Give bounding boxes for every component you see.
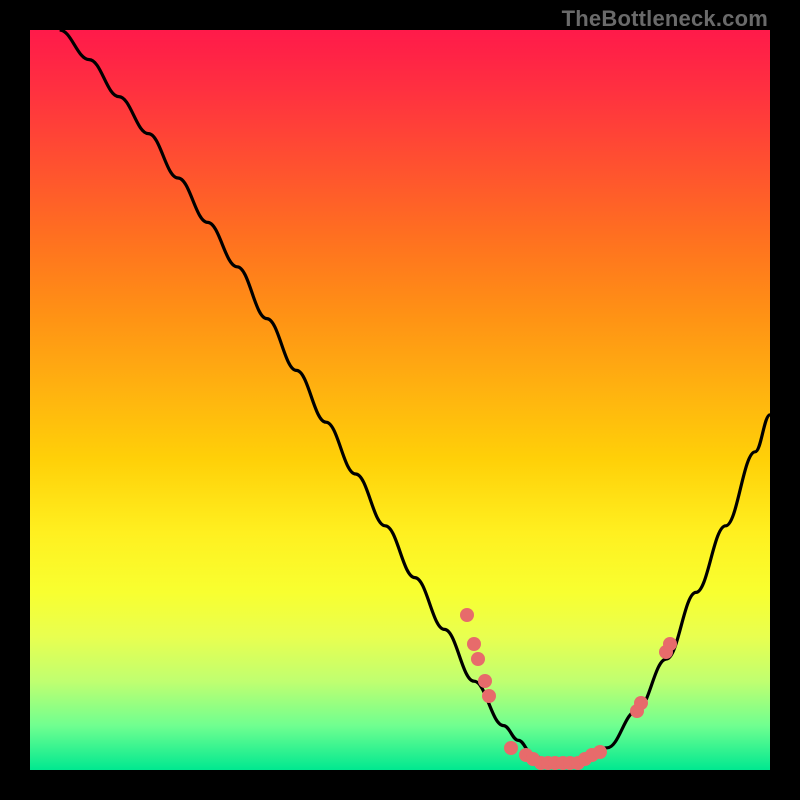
data-point bbox=[460, 608, 474, 622]
data-point bbox=[471, 652, 485, 666]
data-point bbox=[593, 745, 607, 759]
data-point bbox=[467, 637, 481, 651]
plot-area bbox=[30, 30, 770, 770]
data-point bbox=[478, 674, 492, 688]
watermark-text: TheBottleneck.com bbox=[562, 6, 768, 32]
data-point bbox=[482, 689, 496, 703]
data-point bbox=[634, 696, 648, 710]
data-point bbox=[504, 741, 518, 755]
data-point bbox=[663, 637, 677, 651]
